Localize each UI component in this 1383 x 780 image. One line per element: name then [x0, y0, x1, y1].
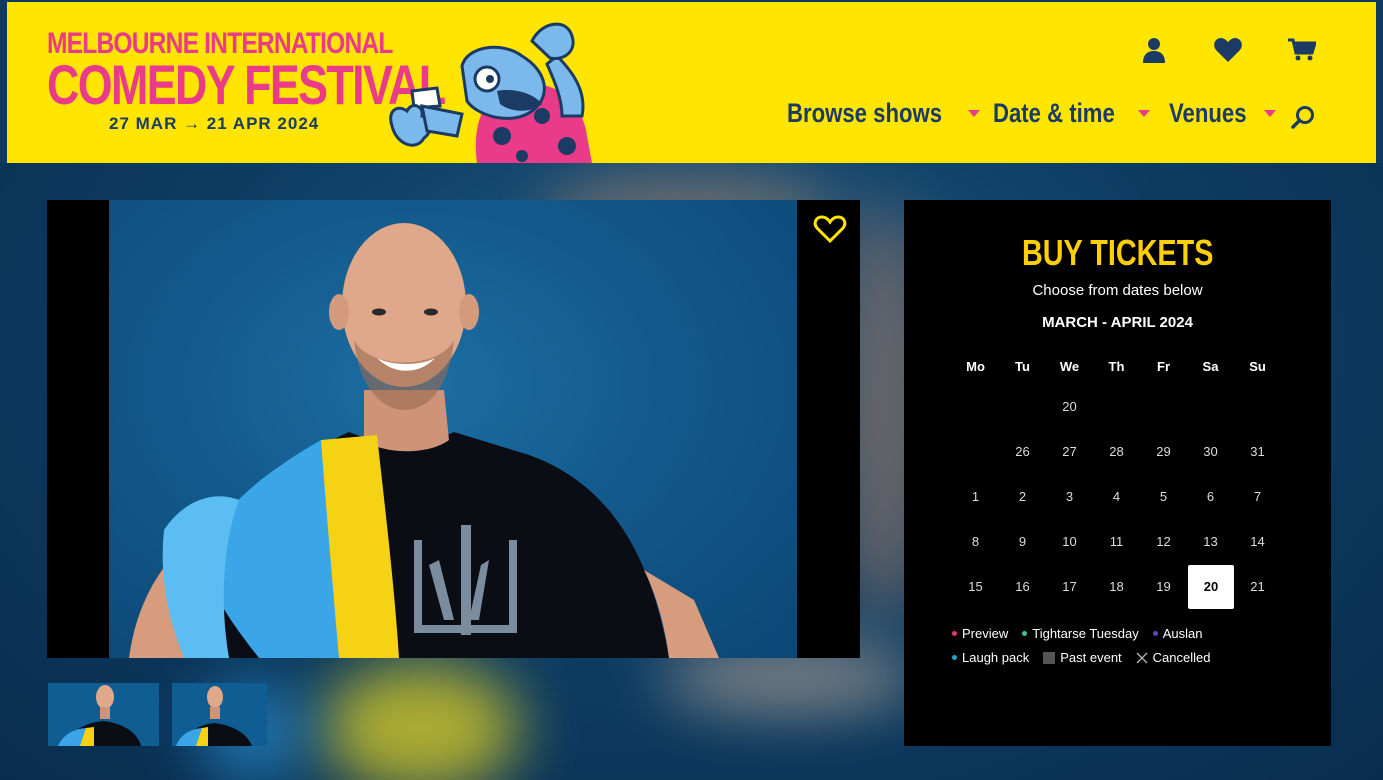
legend-laugh-pack: Laugh pack	[952, 650, 1029, 665]
calendar-day[interactable]: 15	[952, 565, 999, 609]
weekday: Mo	[966, 359, 985, 374]
calendar-empty-cell	[999, 385, 1046, 429]
nav-label: Venues	[1169, 98, 1247, 128]
nav-label: Browse shows	[787, 98, 943, 128]
legend-label: Auslan	[1162, 626, 1203, 641]
calendar-legend-row1: Preview Tightarse Tuesday Auslan	[952, 626, 1202, 641]
calendar-month: MARCH - APRIL 2024	[1042, 314, 1193, 331]
favourite-heart-icon[interactable]	[813, 214, 847, 244]
calendar-empty-cell	[952, 430, 999, 474]
legend-label: Tightarse Tuesday	[1032, 626, 1139, 641]
calendar-day[interactable]: 19	[1140, 565, 1187, 609]
calendar-day[interactable]: 31	[1234, 430, 1281, 474]
calendar-empty-cell	[1187, 385, 1234, 429]
calendar-day[interactable]: 10	[1046, 520, 1093, 564]
calendar-week-row: 20	[952, 385, 1281, 429]
legend-past-event: Past event	[1043, 650, 1122, 665]
calendar-day[interactable]: 7	[1234, 475, 1281, 519]
calendar-day[interactable]: 4	[1093, 475, 1140, 519]
account-icon[interactable]	[1140, 36, 1168, 64]
calendar-empty-cell	[952, 385, 999, 429]
nav-browse-shows[interactable]: Browse shows	[787, 98, 981, 129]
tightarse-dot-icon	[1022, 631, 1028, 636]
calendar-day[interactable]: 3	[1046, 475, 1093, 519]
calendar-day[interactable]: 2	[999, 475, 1046, 519]
calendar-weekdays: Mo Tu We Th Fr Sa Su	[952, 359, 1281, 374]
tickets-subtitle: Choose from dates below	[1032, 282, 1203, 299]
weekday: Th	[1108, 359, 1125, 374]
calendar-day[interactable]: 21	[1234, 565, 1281, 609]
weekday: Tu	[1015, 359, 1030, 374]
nav-date-time[interactable]: Date & time	[993, 98, 1150, 129]
legend-preview: Preview	[952, 626, 1008, 641]
calendar-day[interactable]: 14	[1234, 520, 1281, 564]
cart-icon[interactable]	[1288, 36, 1316, 64]
calendar-week-row: 15 16 17 18 19 20 21	[952, 565, 1281, 609]
legend-label: Past event	[1060, 650, 1122, 665]
legend-label: Preview	[962, 626, 1009, 641]
auslan-dot-icon	[1152, 631, 1158, 636]
legend-label: Laugh pack	[962, 650, 1030, 665]
laugh-pack-dot-icon	[952, 655, 957, 660]
show-main-image[interactable]	[47, 200, 860, 658]
calendar-day[interactable]: 13	[1187, 520, 1234, 564]
buy-tickets-title: BUY TICKETS	[1021, 232, 1214, 273]
calendar-day[interactable]: 5	[1140, 475, 1187, 519]
calendar-week-row: 26 27 28 29 30 31	[952, 430, 1281, 474]
calendar-week-row: 8 9 10 11 12 13 14	[952, 520, 1281, 564]
nav-venues[interactable]: Venues	[1169, 98, 1276, 129]
calendar-day[interactable]: 20	[1046, 385, 1093, 429]
legend-auslan: Auslan	[1152, 626, 1203, 641]
caret-down-icon	[1263, 110, 1276, 117]
calendar-week-row: 1234567	[952, 475, 1281, 519]
preview-dot-icon	[952, 631, 957, 636]
calendar-day[interactable]: 26	[999, 430, 1046, 474]
past-event-square-icon	[1043, 651, 1056, 664]
nav-label: Date & time	[993, 98, 1115, 128]
caret-down-icon	[968, 110, 981, 117]
calendar-day[interactable]: 9	[999, 520, 1046, 564]
calendar-empty-cell	[1140, 385, 1187, 429]
comedian-photo	[129, 223, 719, 658]
buy-tickets-panel: BUY TICKETS Choose from dates below MARC…	[904, 200, 1331, 746]
thumbnail-2[interactable]	[172, 683, 267, 746]
calendar-day[interactable]: 18	[1093, 565, 1140, 609]
heart-icon[interactable]	[1214, 36, 1242, 64]
calendar-day[interactable]: 29	[1140, 430, 1187, 474]
calendar-day[interactable]: 11	[1093, 520, 1140, 564]
calendar-day[interactable]: 17	[1046, 565, 1093, 609]
calendar-day[interactable]: 30	[1187, 430, 1234, 474]
site-header: MELBOURNE INTERNATIONAL COMEDY FESTIVAL …	[7, 2, 1376, 163]
weekday: We	[1059, 359, 1080, 374]
calendar-day[interactable]: 20	[1188, 565, 1234, 609]
legend-tightarse-tuesday: Tightarse Tuesday	[1022, 626, 1139, 641]
calendar-day[interactable]: 16	[999, 565, 1046, 609]
calendar-day[interactable]: 8	[952, 520, 999, 564]
calendar-day[interactable]: 6	[1187, 475, 1234, 519]
calendar-empty-cell	[1234, 385, 1281, 429]
weekday: Sa	[1202, 359, 1219, 374]
legend-label: Cancelled	[1152, 650, 1211, 665]
calendar-day[interactable]: 1	[952, 475, 999, 519]
weekday: Su	[1249, 359, 1266, 374]
search-icon[interactable]	[1290, 104, 1316, 130]
calendar-day[interactable]: 27	[1046, 430, 1093, 474]
thumbnail-1[interactable]	[48, 683, 159, 746]
cancelled-x-icon	[1136, 652, 1148, 663]
mascot-illustration	[389, 22, 592, 163]
calendar-legend-row2: Laugh pack Past event Cancelled	[952, 650, 1211, 665]
calendar-empty-cell	[1093, 385, 1140, 429]
weekday: Fr	[1157, 359, 1170, 374]
caret-down-icon	[1137, 110, 1150, 117]
calendar-day[interactable]: 12	[1140, 520, 1187, 564]
calendar-day[interactable]: 28	[1093, 430, 1140, 474]
legend-cancelled: Cancelled	[1136, 650, 1211, 665]
main-nav: Browse shows Date & time Venues	[787, 98, 1297, 129]
